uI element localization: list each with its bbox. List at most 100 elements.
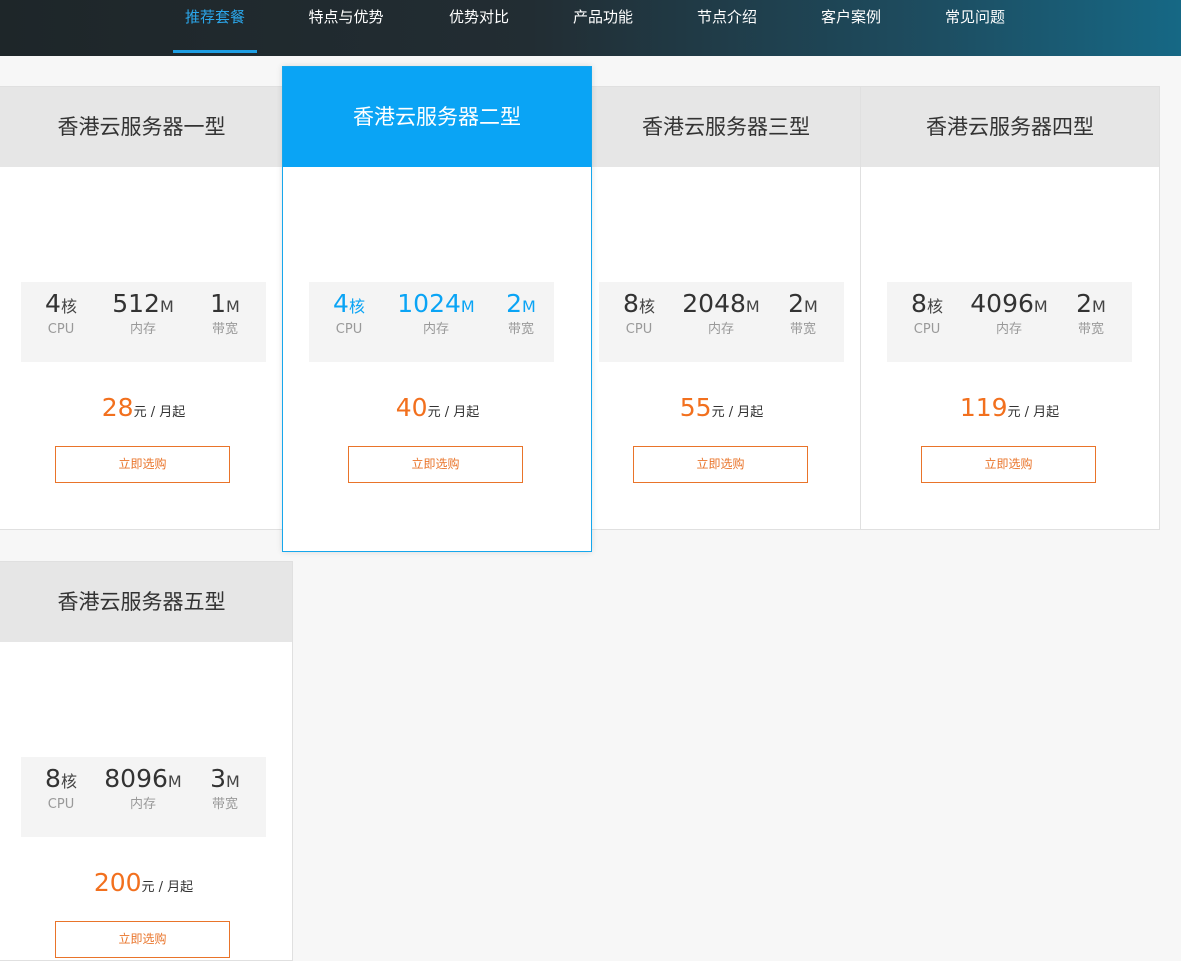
plan-card-3: 香港云服务器三型 8核 CPU 2048M 内存 2M 带宽 55元 / 月起 … xyxy=(571,86,861,530)
nav-tab-comparison[interactable]: 优势对比 xyxy=(435,0,523,56)
memory-label: 内存 xyxy=(707,322,734,337)
top-nav: 推荐套餐 特点与优势 优势对比 产品功能 节点介绍 客户案例 常见问题 xyxy=(0,0,1181,56)
memory-label: 内存 xyxy=(995,322,1022,337)
spec-bandwidth: 1M 带宽 xyxy=(185,282,265,338)
buy-now-button[interactable]: 立即选购 xyxy=(348,446,523,483)
memory-unit: M xyxy=(159,297,174,316)
price-value: 200 xyxy=(93,868,142,897)
plan-title: 香港云服务器二型 xyxy=(283,67,591,167)
plan-title: 香港云服务器三型 xyxy=(572,87,860,167)
cpu-unit: 核 xyxy=(60,772,77,791)
buy-now-button[interactable]: 立即选购 xyxy=(921,446,1096,483)
plan-specs: 8核 CPU 2048M 内存 2M 带宽 xyxy=(599,282,844,362)
plan-title: 香港云服务器五型 xyxy=(0,562,292,642)
price-value: 40 xyxy=(395,393,428,422)
memory-value: 8096 xyxy=(104,764,168,793)
price-suffix: 元 / 月起 xyxy=(141,880,194,895)
price-suffix: 元 / 月起 xyxy=(711,405,764,420)
nav-tab-faq[interactable]: 常见问题 xyxy=(931,0,1019,56)
spec-memory: 2048M 内存 xyxy=(681,282,761,338)
buy-now-button[interactable]: 立即选购 xyxy=(55,921,230,958)
bandwidth-value: 2 xyxy=(506,289,523,318)
plan-price: 40元 / 月起 xyxy=(315,393,560,422)
plan-specs: 8核 CPU 8096M 内存 3M 带宽 xyxy=(21,757,266,837)
spec-cpu: 8核 CPU xyxy=(21,757,101,813)
spec-bandwidth: 2M 带宽 xyxy=(1051,282,1131,338)
cpu-value: 8 xyxy=(45,764,61,793)
cpu-label: CPU xyxy=(913,322,941,337)
nav-tab-nodes[interactable]: 节点介绍 xyxy=(683,0,771,56)
cpu-value: 4 xyxy=(333,289,349,318)
price-suffix: 元 / 月起 xyxy=(1007,405,1060,420)
spec-cpu: 4核 CPU xyxy=(309,282,389,338)
plan-price: 200元 / 月起 xyxy=(21,868,266,897)
spec-memory: 512M 内存 xyxy=(103,282,183,338)
cpu-label: CPU xyxy=(625,322,653,337)
active-tab-indicator xyxy=(173,50,257,53)
nav-tab-cases[interactable]: 客户案例 xyxy=(807,0,895,56)
memory-label: 内存 xyxy=(129,322,156,337)
bandwidth-label: 带宽 xyxy=(1077,322,1104,337)
plan-specs: 8核 CPU 4096M 内存 2M 带宽 xyxy=(887,282,1132,362)
memory-label: 内存 xyxy=(422,322,449,337)
cpu-value: 8 xyxy=(911,289,927,318)
spec-cpu: 8核 CPU xyxy=(887,282,967,338)
memory-unit: M xyxy=(745,297,760,316)
bandwidth-unit: M xyxy=(1092,297,1106,316)
buy-now-button[interactable]: 立即选购 xyxy=(55,446,230,483)
cpu-unit: 核 xyxy=(926,297,943,316)
nav-tab-features[interactable]: 特点与优势 xyxy=(296,0,396,56)
bandwidth-label: 带宽 xyxy=(789,322,816,337)
nav-tab-recommended-plans[interactable]: 推荐套餐 xyxy=(173,0,257,56)
spec-cpu: 8核 CPU xyxy=(599,282,679,338)
nav-tab-product-functions[interactable]: 产品功能 xyxy=(559,0,647,56)
spec-memory: 4096M 内存 xyxy=(969,282,1049,338)
plan-specs: 4核 CPU 512M 内存 1M 带宽 xyxy=(21,282,266,362)
cpu-label: CPU xyxy=(335,322,363,337)
memory-value: 512 xyxy=(112,289,160,318)
memory-unit: M xyxy=(1033,297,1048,316)
plan-price: 55元 / 月起 xyxy=(599,393,844,422)
price-suffix: 元 / 月起 xyxy=(133,405,186,420)
bandwidth-label: 带宽 xyxy=(507,322,534,337)
cpu-unit: 核 xyxy=(638,297,655,316)
cpu-value: 8 xyxy=(623,289,639,318)
bandwidth-label: 带宽 xyxy=(211,797,238,812)
price-value: 119 xyxy=(959,393,1008,422)
plan-price: 28元 / 月起 xyxy=(21,393,266,422)
spec-bandwidth: 2M 带宽 xyxy=(481,282,561,338)
plan-card-2-featured: 香港云服务器二型 4核 CPU 1024M 内存 2M 带宽 40元 / 月起 … xyxy=(282,66,592,552)
bandwidth-value: 3 xyxy=(210,764,227,793)
plan-card-1: 香港云服务器一型 4核 CPU 512M 内存 1M 带宽 28元 / 月起 立… xyxy=(0,86,293,530)
price-value: 28 xyxy=(101,393,134,422)
plan-title: 香港云服务器四型 xyxy=(861,87,1159,167)
memory-unit: M xyxy=(167,772,182,791)
plan-card-5: 香港云服务器五型 8核 CPU 8096M 内存 3M 带宽 200元 / 月起… xyxy=(0,561,293,961)
spec-memory: 8096M 内存 xyxy=(103,757,183,813)
bandwidth-unit: M xyxy=(226,772,240,791)
plan-price: 119元 / 月起 xyxy=(887,393,1132,422)
memory-label: 内存 xyxy=(129,797,156,812)
bandwidth-unit: M xyxy=(522,297,536,316)
cpu-value: 4 xyxy=(45,289,61,318)
bandwidth-label: 带宽 xyxy=(211,322,238,337)
memory-value: 2048 xyxy=(682,289,746,318)
price-value: 55 xyxy=(679,393,712,422)
bandwidth-unit: M xyxy=(804,297,818,316)
buy-now-button[interactable]: 立即选购 xyxy=(633,446,808,483)
cpu-label: CPU xyxy=(47,797,75,812)
plan-title: 香港云服务器一型 xyxy=(0,87,292,167)
cpu-unit: 核 xyxy=(60,297,77,316)
plan-specs: 4核 CPU 1024M 内存 2M 带宽 xyxy=(309,282,554,362)
price-suffix: 元 / 月起 xyxy=(427,405,480,420)
bandwidth-value: 1 xyxy=(210,289,227,318)
spec-cpu: 4核 CPU xyxy=(21,282,101,338)
spec-bandwidth: 3M 带宽 xyxy=(185,757,265,813)
memory-unit: M xyxy=(460,297,475,316)
plan-card-4: 香港云服务器四型 8核 CPU 4096M 内存 2M 带宽 119元 / 月起… xyxy=(860,86,1160,530)
bandwidth-unit: M xyxy=(226,297,240,316)
bandwidth-value: 2 xyxy=(788,289,805,318)
memory-value: 1024 xyxy=(397,289,461,318)
memory-value: 4096 xyxy=(970,289,1034,318)
cpu-label: CPU xyxy=(47,322,75,337)
